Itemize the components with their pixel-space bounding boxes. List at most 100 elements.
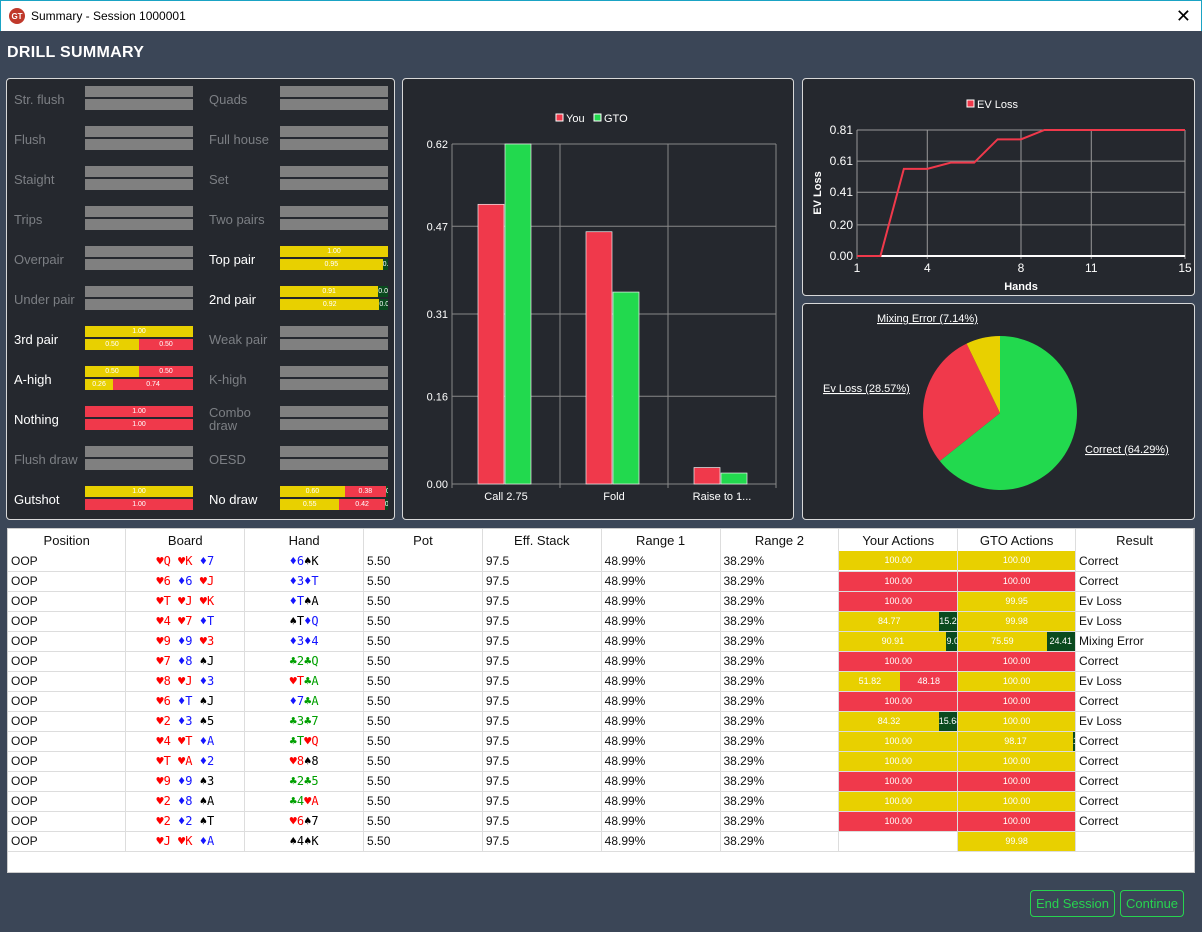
gto-frequency-bar: 0.920.08 xyxy=(280,299,388,310)
gto-frequency-bar: 0.50 0.50 xyxy=(85,339,193,350)
table-row[interactable]: OOP♥2 ♦8 ♠A♥2 ♦8 ♠A♣4♥A♣4♥A5.5097.548.99… xyxy=(8,791,1194,812)
table-row[interactable]: OOP♥J ♥K ♦A♥J ♥K ♦A♠4♠K♠4♠K5.5097.548.99… xyxy=(8,831,1194,852)
your-actions-cell: 100.00 xyxy=(838,551,959,572)
raise-segment: 0.02 xyxy=(385,486,388,497)
result-cell: Correct xyxy=(1075,731,1194,752)
gto-actions-cell: 100.00 xyxy=(957,671,1077,692)
fold-segment: 100.00 xyxy=(958,771,1076,791)
gto-actions-cell: 100.00 xyxy=(957,811,1077,832)
category-label: Nothing xyxy=(14,411,59,427)
column-header[interactable]: Hand xyxy=(244,529,365,551)
action-bar: 100.00 xyxy=(958,691,1076,711)
fold-segment: 100.00 xyxy=(839,811,958,831)
hand-cell: ♦T♠A♦T♠A xyxy=(244,591,365,612)
range-1-cell: 48.99% xyxy=(601,631,721,652)
gto-frequency-bar xyxy=(280,179,388,190)
action-bar: 100.00 xyxy=(958,751,1076,771)
card-glyph xyxy=(193,814,200,828)
card-glyph: 7 xyxy=(163,654,171,668)
column-header[interactable]: GTO Actions xyxy=(957,529,1077,551)
range-1-cell: 48.99% xyxy=(601,571,721,592)
card-glyph: ♥ xyxy=(199,634,207,648)
range-2-cell: 38.29% xyxy=(720,831,840,852)
call-segment: 0.91 xyxy=(280,286,379,297)
category-flush-draw: Flush draw xyxy=(14,446,196,476)
card-glyph: J xyxy=(185,594,193,608)
table-row[interactable]: OOP♥4 ♥7 ♦T♥4 ♥7 ♦T♠T♦Q♠T♦Q5.5097.548.99… xyxy=(8,611,1194,632)
card-glyph xyxy=(193,694,200,708)
card-glyph: 2 xyxy=(163,794,171,808)
table-row[interactable]: OOP♥T ♥J ♥K♥T ♥J ♥K♦T♠A♦T♠A5.5097.548.99… xyxy=(8,591,1194,612)
call-segment: 100.00 xyxy=(958,671,1076,691)
card-glyph: A xyxy=(185,754,193,768)
table-row[interactable]: OOP♥2 ♦3 ♠5♥2 ♦3 ♠5♣3♣7♣3♣75.5097.548.99… xyxy=(8,711,1194,732)
column-header[interactable]: Result xyxy=(1075,529,1194,551)
card-glyph: J xyxy=(185,674,193,688)
eff-stack-cell: 97.5 xyxy=(482,751,602,772)
card-glyph: 9 xyxy=(185,774,193,788)
table-row[interactable]: OOP♥8 ♥J ♦3♥8 ♥J ♦3♥T♣A♥T♣A5.5097.548.99… xyxy=(8,671,1194,692)
table-row[interactable]: OOP♥9 ♦9 ♥3♥9 ♦9 ♥3♦3♦4♦3♦45.5097.548.99… xyxy=(8,631,1194,652)
card-glyph: 5 xyxy=(311,774,319,788)
action-bar: 100.00 xyxy=(958,791,1076,811)
gto-actions-cell: 100.00 xyxy=(957,571,1077,592)
gto-actions-cell: 99.95 xyxy=(957,591,1077,612)
gto-frequency-bar: 1.00 xyxy=(85,499,193,510)
call-segment: 100.00 xyxy=(839,751,958,771)
card-glyph: ♦ xyxy=(289,634,297,648)
fold-segment: 100.00 xyxy=(958,571,1076,591)
column-header[interactable]: Range 2 xyxy=(720,529,840,551)
column-header[interactable]: Your Actions xyxy=(838,529,959,551)
column-header[interactable]: Pot xyxy=(363,529,483,551)
table-row[interactable]: OOP♥7 ♦8 ♠J♥7 ♦8 ♠J♣2♣Q♣2♣Q5.5097.548.99… xyxy=(8,651,1194,672)
fold-segment: 48.18 xyxy=(900,671,958,691)
range-1-cell: 48.99% xyxy=(601,591,721,612)
your-frequency-bar xyxy=(85,446,193,457)
table-row[interactable]: OOP♥Q ♥K ♦7♥Q ♥K ♦7♦6♠K♦6♠K5.5097.548.99… xyxy=(8,551,1194,572)
column-header[interactable]: Board xyxy=(125,529,246,551)
card-glyph: A xyxy=(206,734,215,748)
action-bar: 100.00 xyxy=(839,691,958,711)
table-row[interactable]: OOP♥T ♥A ♦2♥T ♥A ♦2♥8♠8♥8♠85.5097.548.99… xyxy=(8,751,1194,772)
table-row[interactable]: OOP♥6 ♦6 ♥J♥6 ♦6 ♥J♦3♦T♦3♦T5.5097.548.99… xyxy=(8,571,1194,592)
card-glyph: J xyxy=(206,694,215,708)
column-header[interactable]: Position xyxy=(8,529,127,551)
column-header[interactable]: Range 1 xyxy=(601,529,721,551)
action-bar: 99.95 xyxy=(958,591,1075,611)
gto-actions-cell: 100.00 xyxy=(957,791,1077,812)
column-header[interactable]: Eff. Stack xyxy=(482,529,602,551)
close-icon[interactable]: ✕ xyxy=(1176,6,1191,27)
table-row[interactable]: OOP♥9 ♦9 ♠3♥9 ♦9 ♠3♣2♣5♣2♣55.5097.548.99… xyxy=(8,771,1194,792)
continue-button[interactable]: Continue xyxy=(1120,890,1185,917)
category-under-pair: Under pair xyxy=(14,286,196,316)
position-cell: OOP xyxy=(8,771,127,792)
position-cell: OOP xyxy=(8,731,127,752)
result-cell: Correct xyxy=(1075,771,1194,792)
card-glyph: 6 xyxy=(163,574,171,588)
table-row[interactable]: OOP♥4 ♥T ♦A♥4 ♥T ♦A♣T♥Q♣T♥Q5.5097.548.99… xyxy=(8,731,1194,752)
gto-actions-cell: 100.00 xyxy=(957,551,1077,572)
gto-frequency-bar xyxy=(85,459,193,470)
card-glyph xyxy=(193,774,200,788)
call-segment: 99.98 xyxy=(958,831,1075,851)
range-2-cell: 38.29% xyxy=(720,591,840,612)
card-glyph: ♠ xyxy=(199,694,207,708)
range-2-cell: 38.29% xyxy=(720,611,840,632)
card-glyph: ♥ xyxy=(289,814,297,828)
action-bar: 99.98 xyxy=(958,831,1075,851)
card-glyph: ♥ xyxy=(156,634,164,648)
action-bar: 98.171.83 xyxy=(958,731,1076,751)
call-segment: 84.77 xyxy=(839,611,940,631)
your-actions-cell: 100.00 xyxy=(838,771,959,792)
page-title: DRILL SUMMARY xyxy=(7,44,145,61)
pot-cell: 5.50 xyxy=(363,651,483,672)
x-tick-label: 4 xyxy=(924,261,931,275)
table-row[interactable]: OOP♥6 ♦T ♠J♥6 ♦T ♠J♦7♣A♦7♣A5.5097.548.99… xyxy=(8,691,1194,712)
call-segment: 1.00 xyxy=(85,486,193,497)
end-session-button[interactable]: End Session xyxy=(1030,890,1115,917)
table-row[interactable]: OOP♥2 ♦2 ♠T♥2 ♦2 ♠T♥6♠7♥6♠75.5097.548.99… xyxy=(8,811,1194,832)
category-full-house: Full house xyxy=(209,126,391,156)
fold-segment: 100.00 xyxy=(839,591,958,611)
card-glyph: A xyxy=(206,834,215,848)
card-glyph xyxy=(193,734,200,748)
